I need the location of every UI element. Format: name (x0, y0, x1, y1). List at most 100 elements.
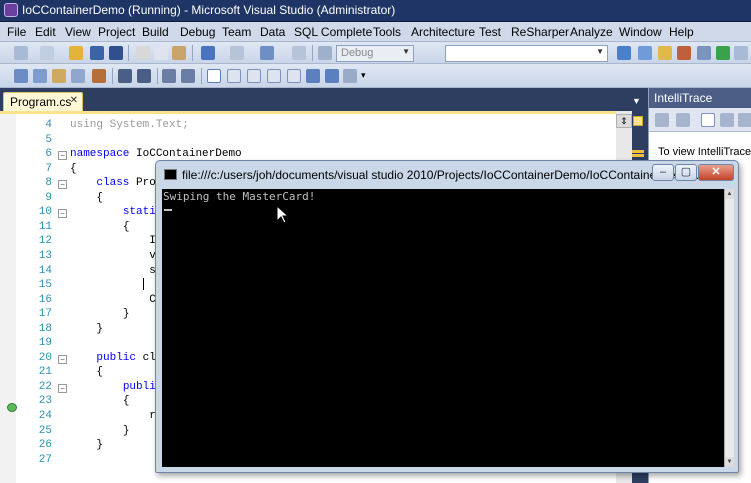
document-list-dropdown-icon[interactable]: ▼ (632, 96, 641, 106)
new-project-icon[interactable] (14, 46, 28, 60)
menu-team[interactable]: Team (222, 24, 251, 40)
line-number: 18 (38, 322, 52, 335)
code-line: { (70, 162, 77, 175)
navigate-forward-icon[interactable] (292, 46, 306, 60)
solution-configuration-select[interactable]: Debug ▼ (336, 45, 414, 62)
start-page-icon[interactable] (716, 46, 730, 60)
redo-icon[interactable] (230, 46, 244, 60)
toolbar-overflow-icon[interactable]: ▾ (361, 70, 366, 81)
code-line: static (122, 206, 163, 219)
menu-architecture[interactable]: Architecture (411, 24, 475, 40)
menu-debug[interactable]: Debug (180, 24, 215, 40)
outline-collapse-icon[interactable]: − (58, 383, 67, 393)
line-number: 7 (45, 162, 52, 175)
code-line: { (96, 191, 104, 204)
code-line: { (122, 395, 130, 408)
code-line: { (122, 220, 130, 233)
maximize-button[interactable]: ▢ (675, 164, 697, 181)
increase-indent-icon[interactable] (137, 69, 151, 83)
editor-split-icon[interactable]: ⇕ (616, 114, 632, 128)
line-number: 17 (38, 308, 52, 321)
line-number: 20 (38, 351, 52, 364)
save-all-icon[interactable] (109, 46, 123, 60)
close-button[interactable]: ✕ (698, 164, 734, 181)
undo-icon[interactable] (201, 46, 215, 60)
next-bookmark-document-icon[interactable] (325, 69, 339, 83)
solution-explorer-icon[interactable] (638, 46, 652, 60)
previous-bookmark-folder-icon[interactable] (267, 69, 281, 83)
menu-view[interactable]: View (65, 24, 91, 40)
menu-file[interactable]: File (7, 24, 26, 40)
previous-bookmark-document-icon[interactable] (306, 69, 320, 83)
extension-manager-icon[interactable] (734, 46, 748, 60)
outline-collapse-icon[interactable]: − (58, 209, 67, 219)
menu-data[interactable]: Data (260, 24, 285, 40)
text-caret (143, 278, 144, 290)
outline-collapse-icon[interactable]: − (58, 180, 67, 190)
next-bookmark-folder-icon[interactable] (287, 69, 301, 83)
scroll-down-icon[interactable]: ▼ (725, 457, 734, 467)
code-line: va (70, 250, 162, 262)
line-number: 5 (45, 133, 52, 146)
console-window[interactable]: file:///c:/users/joh/documents/visual st… (155, 160, 739, 473)
menu-edit[interactable]: Edit (35, 24, 56, 40)
save-icon[interactable] (90, 46, 104, 60)
outline-collapse-icon[interactable]: − (58, 354, 67, 364)
find-combo[interactable]: ▼ (445, 45, 608, 62)
intellitrace-calls-icon[interactable] (676, 113, 690, 127)
menu-project[interactable]: Project (98, 24, 135, 40)
parameter-info-icon[interactable] (33, 69, 47, 83)
cut-icon[interactable] (136, 46, 150, 60)
open-file-icon[interactable] (69, 46, 83, 60)
solution-configuration-value: Debug (341, 47, 374, 59)
intellitrace-events-icon[interactable] (655, 113, 669, 127)
add-item-icon[interactable] (40, 46, 54, 60)
menu-sql-complete[interactable]: SQL Complete (294, 24, 372, 40)
code-line: { (96, 366, 104, 379)
properties-window-icon[interactable] (658, 46, 672, 60)
uncomment-lines-icon[interactable] (181, 69, 195, 83)
find-in-files-icon[interactable] (617, 46, 631, 60)
console-scrollbar[interactable]: ▲ ▼ (724, 189, 734, 467)
object-browser-icon[interactable] (677, 46, 691, 60)
start-debugging-icon[interactable] (318, 46, 332, 60)
menu-tools[interactable]: Tools (373, 24, 401, 40)
tab-program-cs[interactable]: Program.cs ✕ (3, 92, 83, 111)
menu-analyze[interactable]: Analyze (570, 24, 613, 40)
outline-collapse-icon[interactable]: − (58, 151, 67, 161)
code-line: namespace IoCContainerDemo (70, 148, 242, 161)
line-number: 27 (38, 453, 52, 466)
next-bookmark-icon[interactable] (247, 69, 261, 83)
navigate-backward-icon[interactable] (260, 46, 274, 60)
menu-help[interactable]: Help (669, 24, 694, 40)
quick-info-icon[interactable] (52, 69, 66, 83)
menu-build[interactable]: Build (142, 24, 169, 40)
minimize-button[interactable]: – (652, 164, 674, 181)
code-line: } (96, 439, 104, 452)
line-number: 15 (38, 279, 52, 292)
paste-icon[interactable] (172, 46, 186, 60)
open-log-icon[interactable] (701, 113, 715, 127)
console-output-area[interactable]: Swiping the MasterCard! (162, 189, 724, 467)
close-tab-icon[interactable]: ✕ (70, 95, 78, 106)
menu-resharper[interactable]: ReSharper (511, 24, 569, 40)
intellitrace-settings-icon[interactable] (720, 113, 734, 127)
line-number: 10 (38, 206, 52, 219)
text-format-icon[interactable] (92, 69, 106, 83)
complete-word-icon[interactable] (71, 69, 85, 83)
object-members-icon[interactable] (14, 69, 28, 83)
menu-test[interactable]: Test (479, 24, 501, 40)
decrease-indent-icon[interactable] (118, 69, 132, 83)
copy-icon[interactable] (154, 46, 168, 60)
toggle-bookmark-icon[interactable] (207, 69, 221, 83)
clear-bookmarks-icon[interactable] (343, 69, 357, 83)
intellitrace-search-icon[interactable] (738, 113, 751, 127)
toolbar-separator (157, 68, 158, 84)
comment-lines-icon[interactable] (162, 69, 176, 83)
toolbox-icon[interactable] (697, 46, 711, 60)
menu-window[interactable]: Window (619, 24, 662, 40)
mouse-pointer-icon (276, 205, 290, 224)
scroll-up-icon[interactable]: ▲ (725, 189, 734, 199)
chevron-down-icon: ▼ (402, 47, 410, 56)
previous-bookmark-icon[interactable] (227, 69, 241, 83)
